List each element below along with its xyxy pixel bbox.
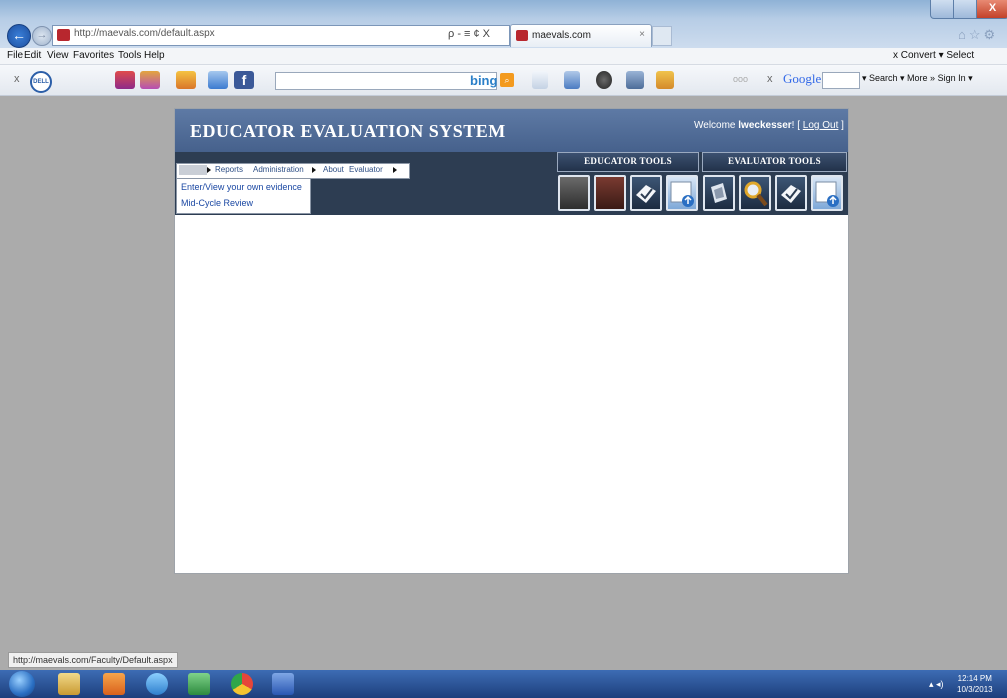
educator-tools-header: EDUCATOR TOOLS (557, 152, 699, 172)
media-icon[interactable] (140, 71, 160, 89)
menu-view[interactable]: View (47, 50, 69, 61)
nav-evaluator-arrow-icon (393, 167, 397, 173)
toolbar-close-icon[interactable]: x (14, 73, 20, 85)
dropdown-mid-cycle-review[interactable]: Mid-Cycle Review (181, 198, 253, 208)
clock-date: 10/3/2013 (957, 685, 993, 694)
report-chart-icon[interactable] (666, 175, 698, 211)
file-explorer-icon[interactable] (58, 673, 80, 695)
bing-logo: bing (470, 73, 498, 88)
word-icon[interactable] (272, 673, 294, 695)
bing-search-button[interactable]: ⌕ (500, 73, 514, 87)
system-tray-icons[interactable]: ▴ ◂) (929, 679, 944, 690)
bing-search-input[interactable] (275, 72, 497, 90)
like-icon[interactable] (532, 71, 548, 89)
report-chart-icon[interactable] (811, 175, 843, 211)
menu-favorites[interactable]: Favorites (73, 50, 114, 61)
tab-close-icon[interactable]: × (639, 29, 645, 40)
logout-link[interactable]: Log Out (803, 120, 839, 131)
windows-taskbar: ▴ ◂) 12:14 PM 10/3/2013 (0, 670, 1007, 698)
site-title: EDUCATOR EVALUATION SYSTEM (190, 121, 506, 141)
google-logo: Google (783, 71, 822, 86)
games-icon[interactable] (115, 71, 135, 89)
convert-select-toolbar[interactable]: x Convert ▾ Select (893, 50, 974, 61)
document-stack-icon[interactable] (703, 175, 735, 211)
web-page: EDUCATOR EVALUATION SYSTEM Welcome lweck… (174, 108, 849, 574)
address-url[interactable]: http://maevals.com/default.aspx (74, 28, 215, 39)
tab-title: maevals.com (532, 30, 591, 41)
address-tools-icons[interactable]: ρ - ≡ ¢ X (448, 28, 490, 40)
welcome-prefix: Welcome (694, 120, 739, 131)
maximize-button[interactable] (953, 0, 977, 19)
google-toolbar-actions[interactable]: ▾ Search ▾ More » Sign In ▾ (862, 73, 973, 84)
google-search-input[interactable] (822, 72, 860, 89)
menu-bar: File Edit View Favorites Tools Help x Co… (0, 48, 1007, 65)
menu-tools[interactable]: Tools (118, 50, 141, 61)
browser-title-bar: X ← → http://maevals.com/default.aspx ρ … (0, 0, 1007, 48)
home-favorites-settings-icons[interactable]: ⌂☆⚙ (958, 27, 998, 43)
internet-explorer-icon[interactable] (146, 673, 168, 695)
menu-file[interactable]: File (7, 50, 23, 61)
browser-tab[interactable]: maevals.com × (510, 24, 652, 47)
google-toolbar-close-icon[interactable]: x (767, 73, 773, 85)
dropdown-enter-view-evidence[interactable]: Enter/View your own evidence (181, 182, 302, 192)
back-button[interactable]: ← (7, 24, 31, 48)
checklist-icon[interactable] (775, 175, 807, 211)
evaluator-tools-header: EVALUATOR TOOLS (702, 152, 847, 172)
system-clock[interactable]: 12:14 PM 10/3/2013 (957, 673, 993, 695)
nav-dropdown-menu: Enter/View your own evidence Mid-Cycle R… (176, 178, 311, 214)
cloud-icon[interactable] (208, 71, 228, 89)
nav-about[interactable]: About (323, 165, 344, 174)
outlook-icon[interactable] (103, 673, 125, 695)
nav-evaluator[interactable]: Evaluator (349, 165, 383, 174)
status-bar-url: http://maevals.com/Faculty/Default.aspx (8, 652, 178, 668)
megaphone-icon[interactable] (656, 71, 674, 89)
nav-administration[interactable]: Administration (253, 165, 304, 174)
media-player-icon[interactable] (596, 71, 612, 89)
chrome-icon[interactable] (231, 673, 253, 695)
tab-favicon-icon (516, 30, 528, 41)
main-content-area (175, 215, 848, 573)
forward-button[interactable]: → (32, 26, 52, 46)
welcome-message: Welcome lweckesser! [ Log Out ] (694, 120, 844, 131)
nav-home-item[interactable] (179, 165, 207, 175)
nav-administration-arrow-icon (312, 167, 316, 173)
nav-home-arrow-icon (207, 167, 211, 173)
close-window-button[interactable]: X (976, 0, 1007, 19)
chat-icon[interactable] (564, 71, 580, 89)
command-toolbar: x DELL f bing ⌕ ooo x Google ▾ Search ▾ … (0, 65, 1007, 96)
weather-icon[interactable] (176, 71, 196, 89)
main-nav-menu: Reports Administration About Evaluator (176, 163, 410, 179)
magnifier-icon[interactable] (739, 175, 771, 211)
google-options-icon[interactable]: ooo (733, 74, 748, 84)
facebook-icon[interactable]: f (234, 71, 254, 89)
site-header: EDUCATOR EVALUATION SYSTEM Welcome lweck… (175, 109, 848, 152)
nav-reports[interactable]: Reports (215, 165, 243, 174)
site-favicon-icon (57, 29, 70, 41)
start-button[interactable] (9, 671, 35, 697)
new-tab-button[interactable] (652, 26, 672, 46)
checklist-icon[interactable] (630, 175, 662, 211)
logout-close: ] (838, 120, 844, 131)
menu-help[interactable]: Help (144, 50, 165, 61)
welcome-suffix: ! [ (791, 120, 803, 131)
dell-logo-icon[interactable]: DELL (30, 71, 52, 93)
minimize-button[interactable] (930, 0, 954, 19)
camera-icon[interactable] (626, 71, 644, 89)
username: lweckesser (738, 120, 792, 131)
toolbox-icon[interactable] (594, 175, 626, 211)
excel-icon[interactable] (188, 673, 210, 695)
clock-time: 12:14 PM (957, 674, 992, 683)
binder-icon[interactable] (558, 175, 590, 211)
menu-edit[interactable]: Edit (24, 50, 41, 61)
address-bar[interactable]: http://maevals.com/default.aspx ρ - ≡ ¢ … (52, 25, 510, 46)
